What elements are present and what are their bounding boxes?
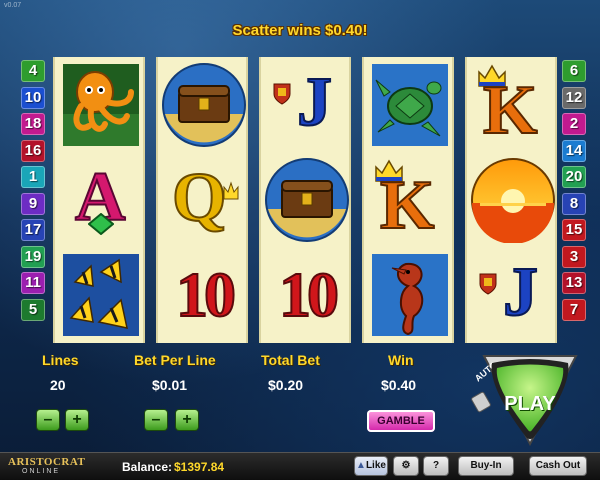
symbol-j: J [467,247,559,342]
symbol-ten: 10 [261,247,353,342]
card-letter-ten: 10 [175,258,237,331]
settings-button[interactable]: ⚙ [394,457,418,475]
total-bet-value: $0.20 [268,377,304,393]
treasure-chest-icon [265,157,349,242]
bet-decrease-button[interactable]: – [145,410,167,430]
like-button[interactable]: ▲Like [355,457,387,475]
symbol-treasure-chest [158,57,250,152]
symbol-octopus [55,57,147,152]
payline-left-badge[interactable]: 17 [21,219,45,241]
symbol-butterfly-fish [55,247,147,342]
octopus-icon [63,63,139,146]
payline-right-badge[interactable]: 12 [562,86,586,109]
symbol-j: J [261,57,353,152]
reel-3: J 10 [259,57,351,343]
shield-ornament-icon [479,273,497,295]
payline-left-badge[interactable]: 1 [21,166,45,188]
card-letter-ten: 10 [278,258,340,331]
card-letter-j: J [296,63,333,141]
lines-value: 20 [50,377,66,393]
balance-label: Balance: [122,460,173,474]
win-label: Win [388,352,414,368]
symbol-a: A [55,152,147,247]
cash-out-button[interactable]: Cash Out [530,457,586,475]
symbol-q: Q [158,152,250,247]
reel-1: A [53,57,145,343]
symbol-k: K [364,152,456,247]
sunset-icon [471,157,555,243]
payline-left-badge[interactable]: 18 [21,113,45,135]
payline-right-badge[interactable]: 2 [562,113,586,135]
balance-value: $1397.84 [174,460,225,474]
emerald-icon [88,212,114,235]
symbol-ten: 10 [158,247,250,342]
symbol-seahorse [364,247,456,342]
lines-increase-button[interactable]: + [66,410,88,430]
payline-left-badge[interactable]: 9 [21,192,45,215]
total-bet-label: Total Bet [261,352,320,368]
line-numbers-left: 4 10 18 16 1 9 17 19 11 5 [21,60,45,325]
payline-left-badge[interactable]: 16 [21,139,45,162]
payline-left-badge[interactable]: 10 [21,86,45,109]
payline-right-badge[interactable]: 6 [562,60,586,82]
bet-increase-button[interactable]: + [176,410,198,430]
symbol-turtle [364,57,456,152]
reel-2: Q 10 [156,57,248,343]
logo-subtext: ONLINE [22,468,61,475]
payline-left-badge[interactable]: 11 [21,272,45,294]
butterfly-fish-icon [63,253,139,336]
line-numbers-right: 6 12 2 14 20 8 15 3 13 7 [562,60,586,325]
symbol-treasure-chest [261,152,353,247]
play-label: PLAY [504,393,556,415]
payline-right-badge[interactable]: 13 [562,272,586,294]
payline-left-badge[interactable]: 5 [21,298,45,321]
shield-ornament-icon [273,83,291,105]
version-label: v0.07 [4,2,22,9]
gamble-button[interactable]: GAMBLE [367,410,435,432]
payline-right-badge[interactable]: 20 [562,166,586,188]
payline-left-badge[interactable]: 4 [21,60,45,82]
symbol-k: K [467,57,559,152]
play-button[interactable]: PLAY [484,357,576,443]
payline-left-badge[interactable]: 19 [21,245,45,268]
symbol-sunset [467,152,559,247]
card-letter-k: K [482,71,538,149]
reels-area: A Q 10 J 10 K K J [53,57,557,343]
payline-right-badge[interactable]: 14 [562,139,586,162]
seahorse-icon [372,253,448,336]
card-letter-j: J [502,253,539,331]
payline-right-badge[interactable]: 3 [562,245,586,268]
treasure-chest-icon [162,62,246,147]
payline-right-badge[interactable]: 15 [562,219,586,241]
thumbs-up-icon: ▲ [356,460,366,471]
help-button[interactable]: ? [424,457,448,475]
logo-text: ARISTOCRAT [8,456,86,468]
card-letter-k: K [379,166,435,244]
win-value: $0.40 [381,377,417,393]
payline-right-badge[interactable]: 7 [562,298,586,321]
gear-icon: ⚙ [401,460,411,471]
bet-per-line-value: $0.01 [152,377,188,393]
reel-4: K [362,57,454,343]
lines-decrease-button[interactable]: – [37,410,59,430]
scatter-win-banner: Scatter wins $0.40! [232,22,368,39]
crown-ornament-icon [223,180,239,199]
payline-right-badge[interactable]: 8 [562,192,586,215]
aristocrat-logo: ARISTOCRAT ONLINE [8,456,86,478]
reel-5: K J [465,57,557,343]
card-letter-q: Q [171,158,227,236]
bet-per-line-label: Bet Per Line [134,352,216,368]
like-label: Like [365,460,386,471]
turtle-icon [372,63,448,146]
buy-in-button[interactable]: Buy-In [459,457,513,475]
lines-label: Lines [42,352,79,368]
